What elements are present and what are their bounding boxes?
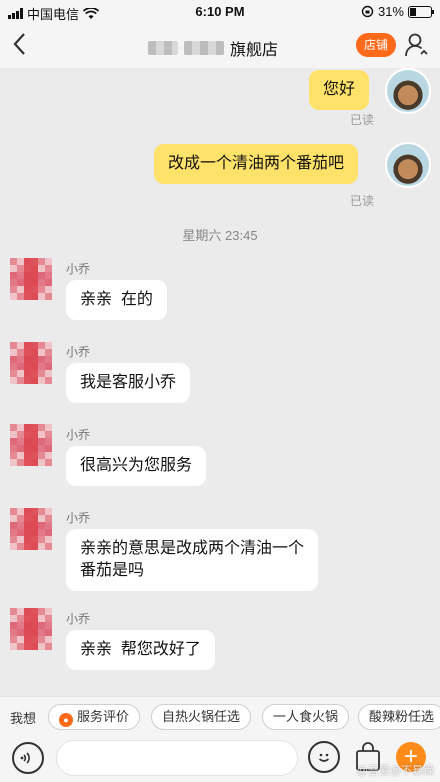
chevron-left-icon: [13, 33, 25, 55]
blurred-text: [148, 41, 178, 55]
rating-icon: ●: [59, 713, 73, 727]
quick-chip-hotpot[interactable]: 自热火锅任选: [151, 704, 252, 730]
agent-avatar[interactable]: [10, 508, 52, 550]
quick-chip-service-rating[interactable]: ● 服务评价: [48, 704, 141, 730]
page-title-label: 旗舰店: [230, 42, 279, 59]
watermark: @吾爱@不暴躁: [356, 765, 434, 777]
voice-icon: [20, 752, 30, 764]
message-input[interactable]: [56, 740, 298, 776]
back-button[interactable]: [12, 32, 36, 60]
shop-button[interactable]: 店铺: [356, 33, 396, 57]
outgoing-message: 改成一个清油两个番茄吧: [154, 144, 359, 184]
quick-chip-solo-hotpot[interactable]: 一人食火锅: [262, 704, 350, 730]
sender-name: 小乔: [66, 612, 91, 626]
sender-name: 小乔: [66, 511, 91, 525]
incoming-message: 亲亲 在的: [66, 280, 167, 320]
sender-name: 小乔: [66, 262, 91, 276]
status-bar: 中国电信 6:10 PM 31%: [0, 0, 440, 24]
chip-label: 自热火锅任选: [162, 709, 241, 724]
agent-avatar[interactable]: [10, 424, 52, 466]
outgoing-message: 您好: [309, 70, 370, 110]
chat-timestamp: 星期六 23:45: [182, 228, 258, 243]
self-avatar[interactable]: [385, 142, 431, 188]
self-avatar[interactable]: [385, 68, 431, 114]
agent-avatar[interactable]: [10, 258, 52, 300]
voice-button[interactable]: [12, 742, 44, 774]
quick-reply-bar: 我想 ● 服务评价 自热火锅任选 一人食火锅 酸辣粉任选: [0, 696, 440, 736]
agent-avatar[interactable]: [10, 342, 52, 384]
read-receipt: 已读: [350, 194, 375, 208]
read-receipt: 已读: [350, 113, 375, 127]
quick-chip-noodles[interactable]: 酸辣粉任选: [358, 704, 440, 730]
smile-icon: [318, 753, 330, 762]
incoming-message: 亲亲的意思是改成两个清油一个 番茄是吗: [66, 529, 319, 591]
emoji-button[interactable]: [308, 741, 340, 773]
sender-name: 小乔: [66, 428, 91, 442]
nav-bar: 旗舰店 店铺: [0, 24, 440, 68]
orientation-lock-icon: [361, 5, 374, 18]
battery-icon: [408, 5, 434, 18]
agent-avatar[interactable]: [10, 608, 52, 650]
user-icon: [405, 33, 428, 57]
sender-name: 小乔: [66, 345, 91, 359]
chip-label: 一人食火锅: [273, 709, 339, 724]
chip-label: 服务评价: [77, 709, 130, 724]
incoming-message: 我是客服小乔: [66, 363, 191, 403]
quick-reply-label: 我想: [10, 711, 37, 726]
incoming-message: 很高兴为您服务: [66, 446, 207, 486]
blurred-text: [184, 41, 224, 55]
input-bar: + @吾爱@不暴躁: [0, 736, 440, 782]
chip-label: 酸辣粉任选: [369, 709, 435, 724]
battery-percent: 31%: [377, 4, 404, 19]
incoming-message: 亲亲 帮您改好了: [66, 630, 215, 670]
user-button[interactable]: [404, 32, 432, 60]
status-right: 31%: [361, 4, 434, 19]
page-title: 旗舰店: [148, 36, 278, 60]
battery-fill: [410, 7, 417, 16]
chat-area: 您好 已读 改成一个清油两个番茄吧 已读 星期六 23:45 小乔 亲亲 在的 …: [0, 68, 440, 696]
